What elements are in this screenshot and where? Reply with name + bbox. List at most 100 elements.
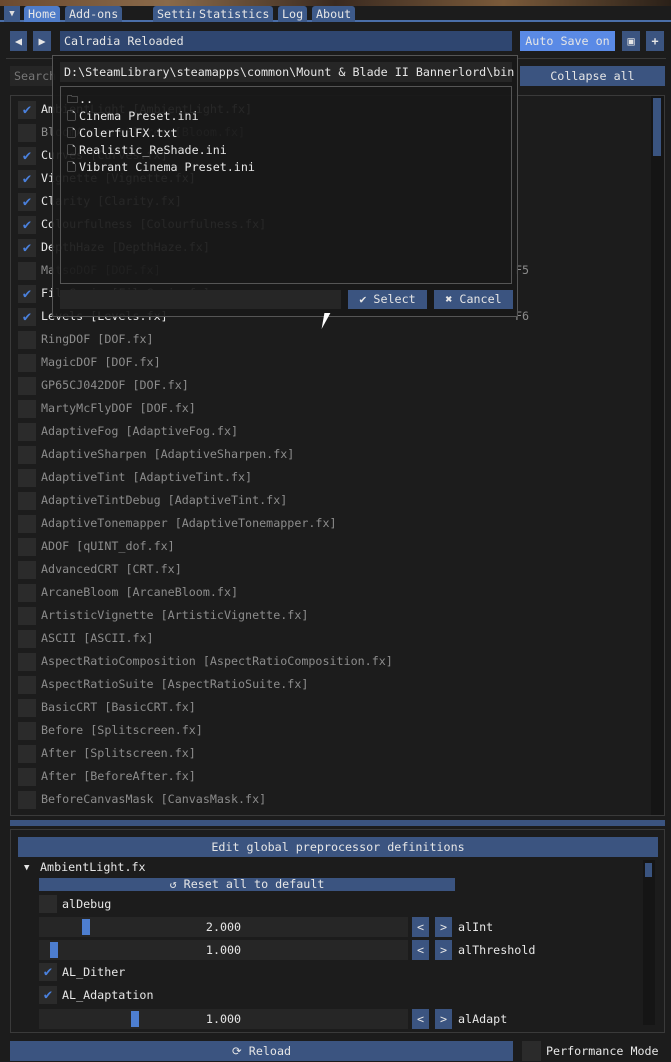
previous-preset-button[interactable]: ◀ [10, 31, 27, 51]
scrollbar-thumb[interactable] [653, 98, 661, 156]
tab-add-ons[interactable]: Add-ons [65, 6, 123, 22]
technique-checkbox[interactable]: ✔ [18, 308, 36, 326]
preprocessor-scrollbar[interactable] [643, 860, 655, 1025]
technique-label[interactable]: MagicDOF [DOF.fx] [41, 355, 161, 369]
technique-label[interactable]: ArcaneBloom [ArcaneBloom.fx] [41, 585, 238, 599]
technique-checkbox[interactable]: ✔ [18, 170, 36, 188]
reload-button[interactable]: ⟳ Reload [10, 1041, 513, 1061]
slider-grab[interactable] [81, 919, 90, 935]
panel-splitter[interactable] [10, 820, 665, 826]
technique-checkbox[interactable] [18, 377, 36, 395]
file-entry[interactable]: 🗋 ColerfulFX.txt [67, 125, 178, 142]
technique-checkbox[interactable] [18, 653, 36, 671]
technique-label[interactable]: RingDOF [DOF.fx] [41, 332, 154, 346]
technique-label[interactable]: AdaptiveSharpen [AdaptiveSharpen.fx] [41, 447, 294, 461]
define-checkbox[interactable]: ✔ [39, 986, 57, 1004]
technique-checkbox[interactable] [18, 607, 36, 625]
path-field[interactable]: D:\SteamLibrary\steamapps\common\Mount &… [60, 62, 514, 82]
technique-checkbox[interactable]: ✔ [18, 193, 36, 211]
technique-checkbox[interactable] [18, 492, 36, 510]
select-button[interactable]: ✔ Select [348, 290, 427, 309]
scrollbar-thumb[interactable] [645, 863, 652, 877]
technique-label[interactable]: AdaptiveTintDebug [AdaptiveTint.fx] [41, 493, 287, 507]
decrement-button[interactable]: < [412, 1009, 429, 1029]
collapse-all-button[interactable]: Collapse all [520, 66, 665, 86]
technique-label[interactable]: After [Splitscreen.fx] [41, 746, 196, 760]
auto-save-button[interactable]: Auto Save on [520, 31, 615, 51]
tab-about[interactable]: About [312, 6, 356, 22]
file-entry[interactable]: 🗋 Cinema Preset.ini [67, 108, 199, 125]
decrement-button[interactable]: < [412, 917, 429, 937]
technique-label[interactable]: After [BeforeAfter.fx] [41, 769, 196, 783]
increment-button[interactable]: > [435, 940, 452, 960]
technique-label[interactable]: Before [Splitscreen.fx] [41, 723, 203, 737]
technique-checkbox[interactable] [18, 630, 36, 648]
technique-label[interactable]: BasicCRT [BasicCRT.fx] [41, 700, 196, 714]
define-checkbox[interactable] [39, 895, 57, 913]
technique-checkbox[interactable] [18, 538, 36, 556]
technique-checkbox[interactable] [18, 722, 36, 740]
technique-checkbox[interactable]: ✔ [18, 147, 36, 165]
technique-checkbox[interactable] [18, 262, 36, 280]
technique-checkbox[interactable] [18, 469, 36, 487]
technique-checkbox[interactable] [18, 515, 36, 533]
file-entry[interactable]: 🗋 Vibrant Cinema Preset.ini [67, 159, 255, 176]
technique-label[interactable]: AdaptiveFog [AdaptiveFog.fx] [41, 424, 238, 438]
tab-statistics[interactable]: Statistics [195, 6, 274, 22]
technique-label[interactable]: BeforeCanvasMask [CanvasMask.fx] [41, 792, 266, 806]
tab-home[interactable]: Home [24, 6, 61, 22]
technique-checkbox[interactable] [18, 124, 36, 142]
slider-grab[interactable] [131, 1011, 140, 1027]
slider-grab[interactable] [50, 942, 59, 958]
technique-checkbox[interactable] [18, 331, 36, 349]
technique-label[interactable]: AspectRatioComposition [AspectRatioCompo… [41, 654, 393, 668]
performance-mode-checkbox[interactable] [522, 1041, 541, 1061]
file-entry[interactable]: 🗀.. [67, 91, 93, 108]
reset-all-button[interactable]: ↺ Reset all to default [39, 878, 455, 891]
technique-label[interactable]: GP65CJ042DOF [DOF.fx] [41, 378, 189, 392]
cancel-button[interactable]: ✖ Cancel [434, 290, 513, 309]
edit-preprocessor-button[interactable]: Edit global preprocessor definitions [18, 837, 658, 857]
technique-checkbox[interactable]: ✔ [18, 285, 36, 303]
technique-label[interactable]: ASCII [ASCII.fx] [41, 631, 154, 645]
technique-checkbox[interactable]: ✔ [18, 239, 36, 257]
technique-checkbox[interactable] [18, 699, 36, 717]
tab-log[interactable]: Log [278, 6, 308, 22]
technique-checkbox[interactable]: ✔ [18, 216, 36, 234]
filename-input[interactable] [60, 290, 341, 309]
technique-checkbox[interactable] [18, 400, 36, 418]
technique-checkbox[interactable] [18, 745, 36, 763]
technique-label[interactable]: ArtisticVignette [ArtisticVignette.fx] [41, 608, 308, 622]
increment-button[interactable]: > [435, 1009, 452, 1029]
technique-label[interactable]: AdaptiveTint [AdaptiveTint.fx] [41, 470, 252, 484]
technique-label[interactable]: ADOF [qUINT_dof.fx] [41, 539, 175, 553]
technique-label[interactable]: MartyMcFlyDOF [DOF.fx] [41, 401, 196, 415]
increment-button[interactable]: > [435, 917, 452, 937]
technique-checkbox[interactable] [18, 354, 36, 372]
add-preset-button[interactable]: + [646, 31, 664, 51]
tree-node-ambientlight[interactable]: AmbientLight.fx [40, 858, 146, 876]
technique-label[interactable]: AdvancedCRT [CRT.fx] [41, 562, 182, 576]
technique-checkbox[interactable] [18, 791, 36, 809]
floppy-icon[interactable]: ▣ [622, 31, 640, 51]
next-preset-button[interactable]: ▶ [33, 31, 51, 51]
preset-selector[interactable]: Calradia Reloaded [60, 31, 512, 51]
define-checkbox[interactable]: ✔ [39, 963, 57, 981]
tree-expanded-icon[interactable]: ▼ [24, 860, 29, 876]
technique-checkbox[interactable]: ✔ [18, 101, 36, 119]
technique-checkbox[interactable] [18, 423, 36, 441]
technique-checkbox[interactable] [18, 768, 36, 786]
window-menu-icon[interactable]: ▼ [4, 6, 20, 22]
technique-checkbox[interactable] [18, 446, 36, 464]
define-slider[interactable]: 1.000 [39, 940, 408, 960]
define-slider[interactable]: 2.000 [39, 917, 408, 937]
decrement-button[interactable]: < [412, 940, 429, 960]
technique-label[interactable]: AdaptiveTonemapper [AdaptiveTonemapper.f… [41, 516, 337, 530]
technique-checkbox[interactable] [18, 561, 36, 579]
technique-checkbox[interactable] [18, 584, 36, 602]
define-slider[interactable]: 1.000 [39, 1009, 408, 1029]
file-entry[interactable]: 🗋 Realistic_ReShade.ini [67, 142, 227, 159]
list-scrollbar[interactable] [651, 96, 664, 815]
technique-label[interactable]: AspectRatioSuite [AspectRatioSuite.fx] [41, 677, 308, 691]
technique-checkbox[interactable] [18, 676, 36, 694]
